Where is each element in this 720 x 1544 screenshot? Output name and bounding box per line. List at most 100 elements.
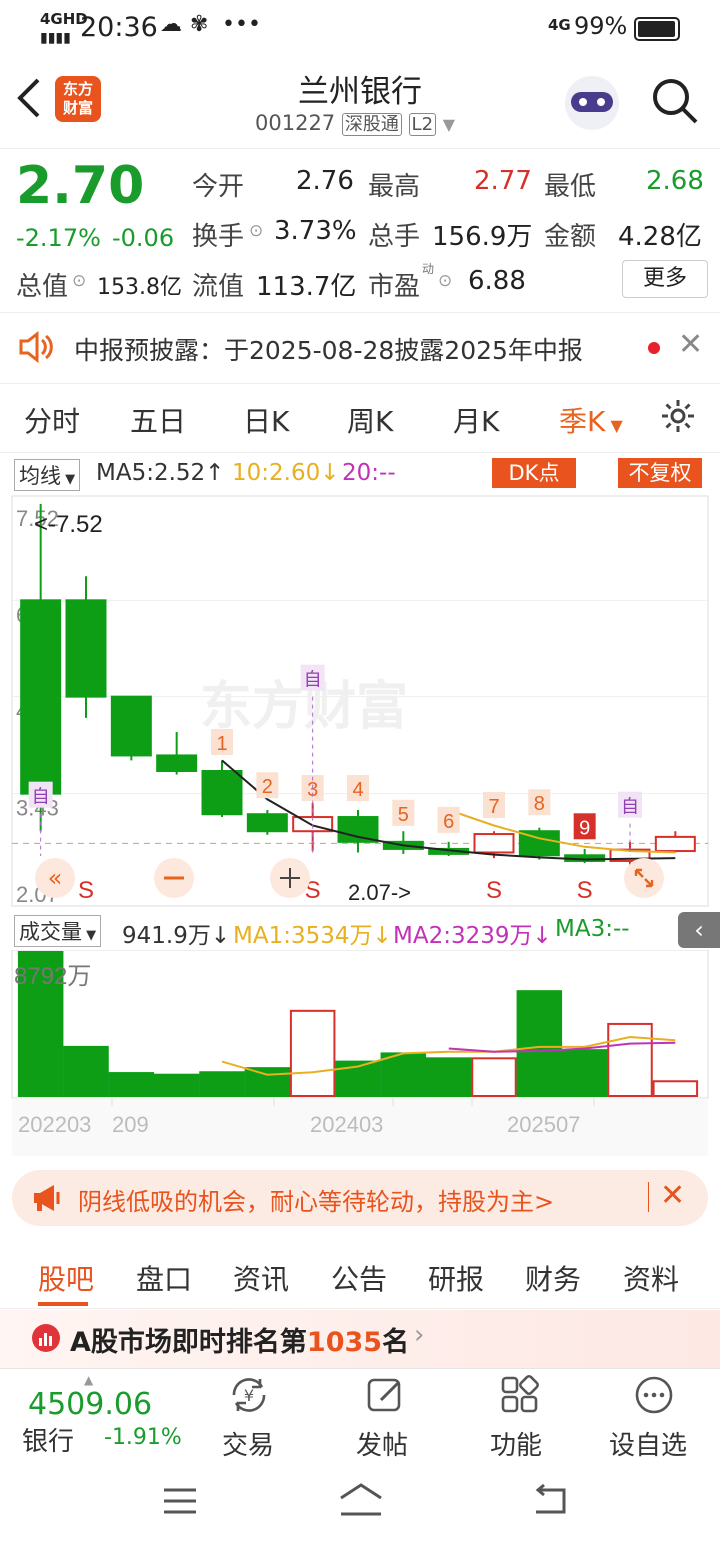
function-grid-icon[interactable] — [500, 1375, 540, 1419]
no-adjust-button[interactable]: 不复权 — [618, 458, 702, 488]
post-icon[interactable] — [366, 1375, 406, 1419]
tip-bar[interactable]: 阴线低吸的机会，耐心等待轮动，持股为主> ✕ — [12, 1170, 708, 1226]
ma-legend: 均线 ▼ MA5:2.52↑ 10:2.60↓ 20:-- DK点 不复权 — [0, 456, 720, 492]
volume-current: 941.9万↓ — [122, 923, 231, 949]
add-watchlist-icon[interactable] — [634, 1375, 674, 1419]
tab-daily-k[interactable]: 日K — [243, 400, 289, 440]
volume-bar — [153, 1073, 200, 1097]
close-icon[interactable]: ✕ — [678, 327, 703, 362]
tab-announcement[interactable]: 公告 — [331, 1258, 387, 1298]
tab-five-day[interactable]: 五日 — [130, 400, 186, 440]
tab-monthly-k[interactable]: 月K — [453, 400, 499, 440]
tab-guba[interactable]: 股吧 — [38, 1258, 94, 1298]
chart-badge-icon — [32, 1324, 60, 1352]
cloud-icon: ☁ — [160, 12, 182, 37]
index-value[interactable]: 4509.06 — [28, 1387, 152, 1422]
volume-bar — [652, 1080, 699, 1097]
sell-signal-label: S — [577, 877, 593, 904]
tab-pankou[interactable]: 盘口 — [136, 1258, 192, 1298]
gear-icon[interactable] — [660, 398, 696, 438]
ma5-value: MA5:2.52↑ — [96, 460, 225, 486]
tab-intraday[interactable]: 分时 — [24, 400, 80, 440]
notice-bar[interactable]: 中报预披露：于2025-08-28披露2025年中报 ✕ — [0, 312, 720, 384]
float-label: 流值 — [192, 272, 245, 302]
tab-profile[interactable]: 资料 — [623, 1258, 679, 1298]
rank-prefix: A股市场即时排名第 — [70, 1327, 307, 1358]
info-icon[interactable]: ⊙ — [438, 271, 452, 291]
high-label: 最高 — [368, 172, 421, 202]
svg-text:¥: ¥ — [244, 1386, 254, 1405]
quote-panel: 2.70 -2.17% -0.06 今开 2.76 最高 2.77 最低 2.6… — [0, 150, 720, 310]
stock-code-row: 001227 深股通 L2 ▼ — [255, 110, 455, 136]
index-percent: -1.91% — [104, 1425, 182, 1450]
candle-body — [20, 599, 62, 795]
more-button[interactable]: 更多 — [622, 260, 708, 298]
stock-code: 001227 — [255, 111, 336, 135]
dropdown-icon[interactable]: ▼ — [443, 115, 455, 134]
info-icon[interactable]: ⊙ — [72, 271, 86, 291]
trade-icon[interactable]: ¥ — [226, 1375, 272, 1421]
volume-selector[interactable]: 成交量 ▼ — [14, 915, 102, 947]
open-value: 2.76 — [296, 166, 354, 196]
buy-sell-marker-number: 5 — [398, 804, 409, 826]
volume-bar — [425, 1057, 472, 1097]
rank-number: 1035 — [306, 1327, 383, 1358]
robot-avatar-icon[interactable] — [565, 76, 619, 130]
low-label: 最低 — [544, 172, 597, 202]
rank-text: A股市场即时排名第1035名 — [70, 1320, 409, 1359]
close-icon[interactable]: ✕ — [660, 1178, 685, 1213]
rank-banner[interactable]: A股市场即时排名第1035名 › — [0, 1310, 720, 1368]
double-left-arrow-icon: « — [48, 864, 63, 892]
chart-tabs: 分时 五日 日K 周K 月K 季K ▼ — [0, 384, 720, 453]
vma3-value: MA3:-- — [555, 916, 630, 942]
buy-sell-marker-number: 8 — [534, 793, 545, 815]
volume-max-label: 8792万 — [14, 963, 91, 990]
ma10-value: 10:2.60↓ — [232, 460, 340, 486]
menu-icon[interactable] — [162, 1486, 198, 1520]
kline-chart[interactable]: 7.526.164.803.432.07东方财富<-7.522.07->1234… — [0, 492, 720, 908]
dk-point-button[interactable]: DK点 — [492, 458, 576, 488]
post-label[interactable]: 发帖 — [356, 1425, 408, 1462]
tab-news[interactable]: 资讯 — [233, 1258, 289, 1298]
tab-research[interactable]: 研报 — [428, 1258, 484, 1298]
fan-icon: ✾ — [190, 12, 209, 37]
stock-header: 东方 财富 兰州银行 001227 深股通 L2 ▼ — [0, 58, 720, 149]
candle-body — [473, 833, 515, 854]
signal-icon: ▮▮▮▮ — [40, 30, 71, 46]
volume-chart[interactable]: 8792万202203209202403202507 — [0, 950, 720, 1156]
more-dots-icon: ••• — [222, 12, 261, 37]
buy-sell-marker-number: 4 — [352, 779, 363, 801]
candle-body — [654, 835, 696, 853]
function-label[interactable]: 功能 — [490, 1425, 542, 1462]
mcap-label: 总值 — [16, 272, 69, 302]
sell-signal-label: S — [78, 877, 94, 904]
self-select-marker: 自 — [32, 787, 50, 808]
tab-weekly-k[interactable]: 周K — [347, 400, 393, 440]
caret-up-icon: ▲ — [84, 1373, 94, 1387]
level-tag: L2 — [408, 113, 437, 136]
vma2-text: MA2:3239万 — [393, 923, 533, 949]
volume-bar — [561, 1049, 608, 1097]
volume-legend: 成交量 ▼ 941.9万↓ MA1:3534万↓ MA2:3239万↓ MA3:… — [0, 912, 720, 949]
info-icon[interactable]: ⊙ — [249, 221, 263, 241]
system-nav-bar — [0, 1460, 720, 1544]
pe-superscript: 动 — [422, 262, 435, 276]
search-icon[interactable] — [650, 76, 700, 130]
turnover-label: 换手 — [192, 222, 245, 252]
volume-bar — [199, 1071, 245, 1097]
candle-body — [201, 770, 243, 816]
indicator-selector[interactable]: 均线 ▼ — [14, 459, 81, 491]
sell-signal-label: S — [486, 877, 502, 904]
volume-bar — [471, 1057, 517, 1097]
watchlist-label[interactable]: 设自选 — [609, 1425, 687, 1462]
back-icon[interactable] — [530, 1482, 570, 1522]
tab-quarterly-k[interactable]: 季K ▼ — [559, 400, 623, 440]
tip-divider — [648, 1182, 649, 1212]
trade-label[interactable]: 交易 — [222, 1425, 274, 1462]
home-icon[interactable] — [338, 1482, 384, 1522]
collapse-panel-icon[interactable]: ‹ — [678, 912, 720, 948]
vma2-value: MA2:3239万↓ — [393, 923, 552, 949]
tab-finance[interactable]: 财务 — [525, 1258, 581, 1298]
candle-body — [246, 813, 288, 833]
status-bar: 4GHD ▮▮▮▮ 20:36 ☁ ✾ ••• 4G 99% — [0, 0, 720, 58]
